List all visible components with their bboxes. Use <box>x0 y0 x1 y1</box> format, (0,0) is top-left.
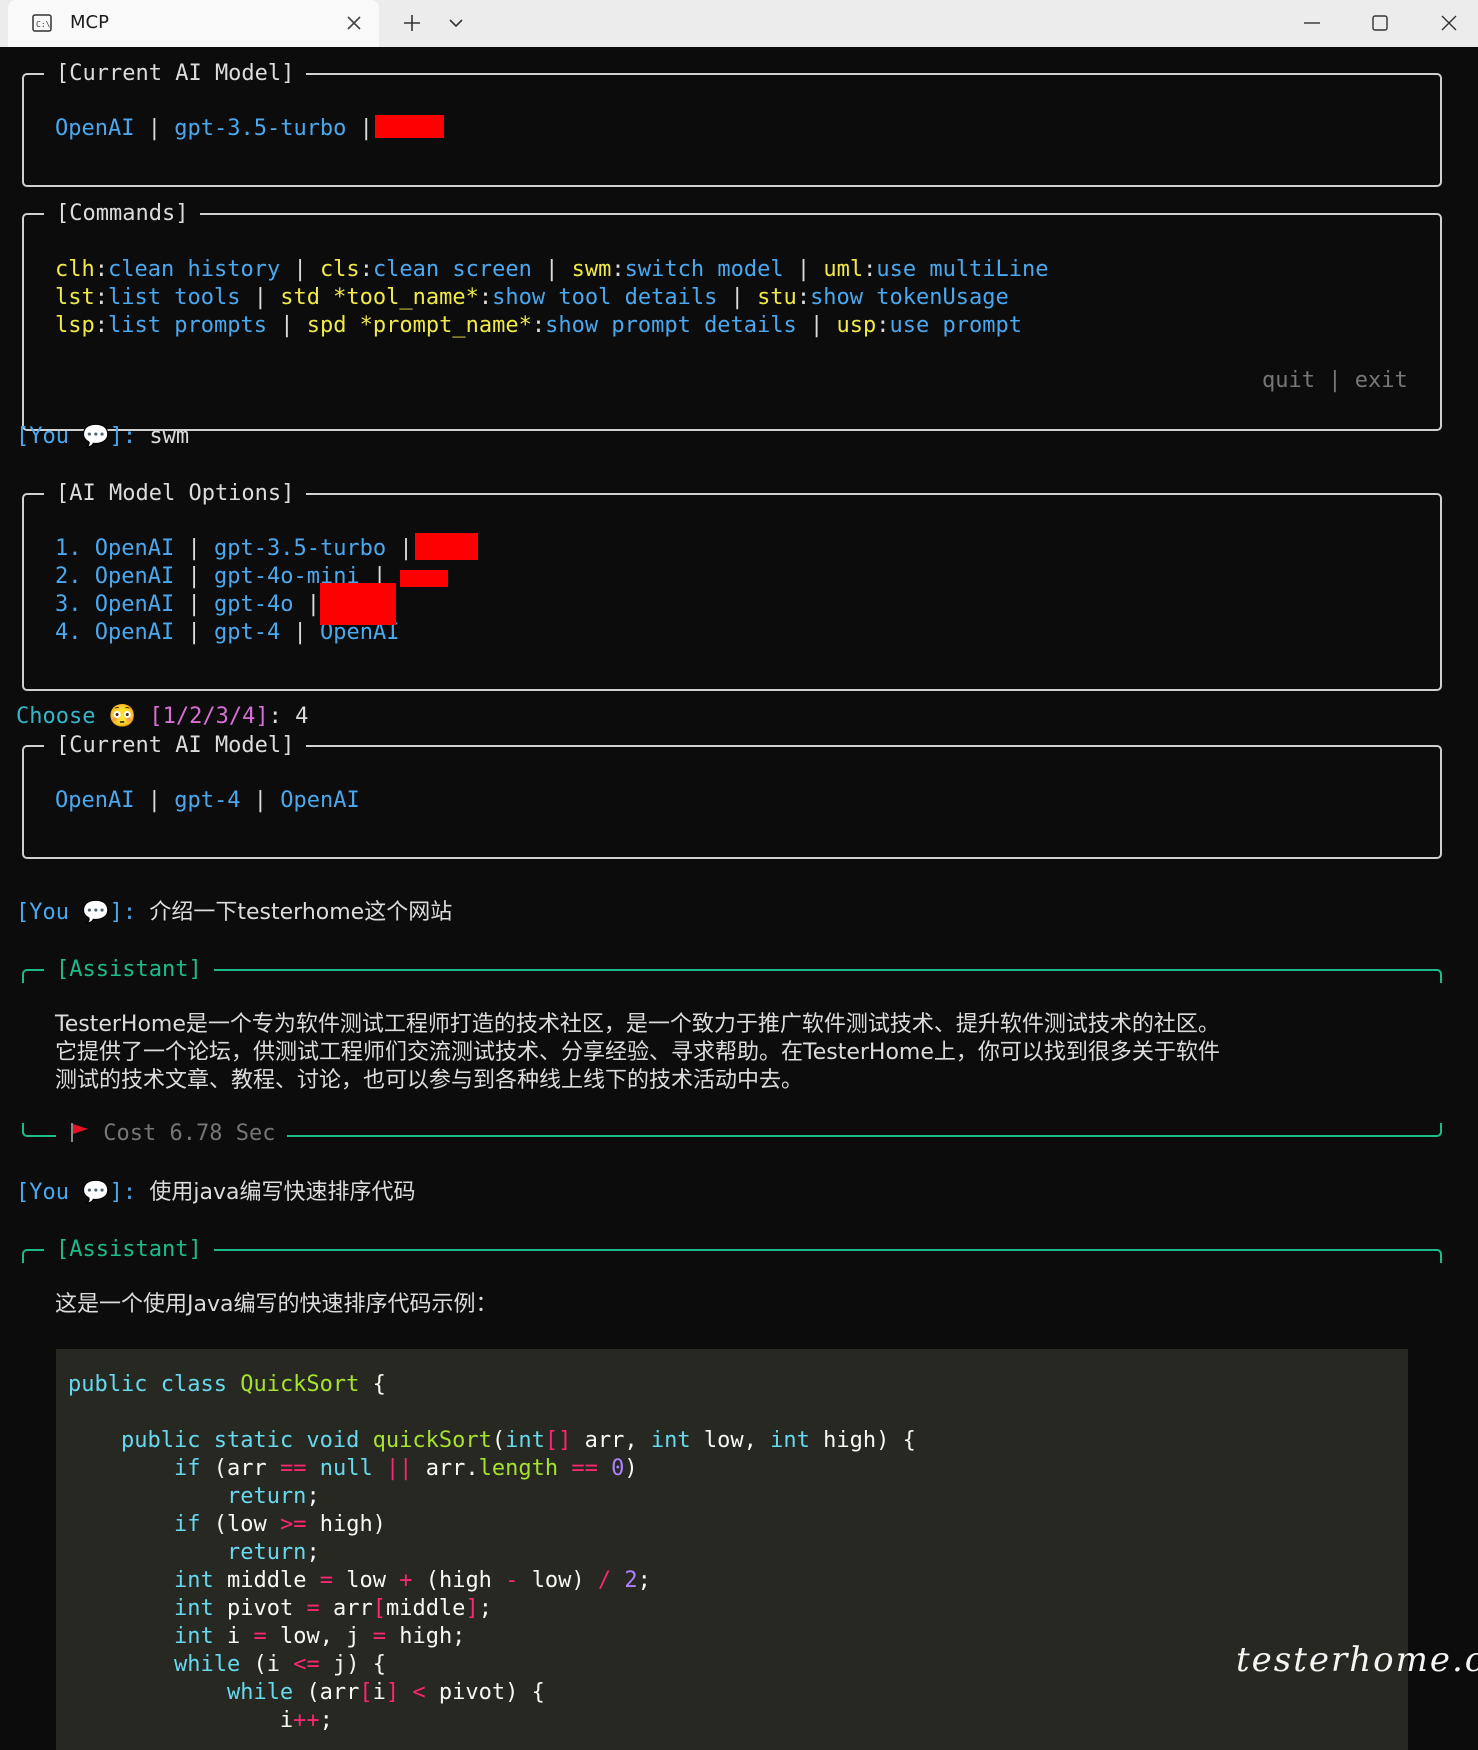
assistant-legend: [Assistant] <box>44 1236 214 1264</box>
commands-footer: quit | exit <box>1250 367 1420 395</box>
redaction <box>400 570 448 587</box>
box-legend: [AI Model Options] <box>44 480 307 508</box>
user-message: [You 💬]: 使用java编写快速排序代码 <box>16 1180 416 1205</box>
code-line: int pivot = arr[middle]; <box>173 1596 492 1621</box>
redaction <box>375 115 444 138</box>
code-block[interactable]: public class QuickSort { public static v… <box>56 1349 1408 1750</box>
current-model-line: OpenAI | gpt-4 | OpenAI <box>55 788 360 813</box>
commands-row-2: lst:list tools | std *tool_name*:show to… <box>55 285 1009 310</box>
close-window-icon[interactable] <box>1435 9 1463 37</box>
assistant-header-rule: [Assistant] <box>22 956 1442 984</box>
commands-row-1: clh:clean history | cls:clean screen | s… <box>55 257 1049 282</box>
code-line: if (arr == null || arr.length == 0) <box>173 1456 638 1481</box>
chevron-down-icon[interactable] <box>442 9 470 37</box>
title-bar: C:\ MCP <box>0 0 1478 47</box>
user-message: [You 💬]: swm <box>16 424 190 449</box>
speech-bubble-icon: 💬 <box>82 900 110 925</box>
code-line: public class QuickSort { <box>68 1372 386 1397</box>
flushed-face-icon: 😳 <box>108 704 137 729</box>
code-line: i++; <box>279 1708 333 1733</box>
current-model-line: OpenAI | gpt-3.5-turbo | <box>55 116 373 141</box>
code-line: int middle = low + (high - low) / 2; <box>173 1568 651 1593</box>
tab-title: MCP <box>70 12 109 33</box>
assistant-text-line: 测试的技术文章、教程、讨论，也可以参与到各种线上线下的技术活动中去。 <box>55 1068 804 1093</box>
new-tab-icon[interactable] <box>398 9 426 37</box>
red-flag-icon <box>71 1123 88 1142</box>
model-option-3: 3. OpenAI | gpt-4o | <box>55 592 320 617</box>
assistant-text-line: TesterHome是一个专为软件测试工程师打造的技术社区，是一个致力于推广软件… <box>55 1012 1220 1037</box>
assistant-intro: 这是一个使用Java编写的快速排序代码示例： <box>55 1292 498 1317</box>
box-legend: [Commands] <box>44 200 201 228</box>
tab-mcp[interactable]: C:\ MCP <box>8 0 379 47</box>
redaction <box>415 533 478 560</box>
code-line: int i = low, j = high; <box>173 1624 466 1649</box>
code-line: if (low >= high) <box>173 1512 386 1537</box>
redaction <box>320 583 396 625</box>
assistant-legend: [Assistant] <box>44 956 214 984</box>
maximize-icon[interactable] <box>1366 9 1394 37</box>
code-line: while (arr[i] < pivot) { <box>226 1680 545 1705</box>
assistant-header-rule: [Assistant] <box>22 1236 1442 1264</box>
svg-text:C:\: C:\ <box>36 20 51 29</box>
code-line: while (i <= j) { <box>173 1652 386 1677</box>
code-line: return; <box>226 1484 320 1509</box>
assistant-text-line: 它提供了一个论坛，供测试工程师们交流测试技术、分享经验、寻求帮助。在Tester… <box>55 1040 1220 1065</box>
speech-bubble-icon: 💬 <box>82 1180 110 1205</box>
cost-label: Cost 6.78 Sec <box>56 1120 288 1148</box>
code-line: return; <box>226 1540 320 1565</box>
terminal-content[interactable]: [Current AI Model] OpenAI | gpt-3.5-turb… <box>0 47 1478 1750</box>
minimize-icon[interactable] <box>1298 9 1326 37</box>
model-option-1: 1. OpenAI | gpt-3.5-turbo | <box>55 536 413 561</box>
speech-bubble-icon: 💬 <box>82 424 110 449</box>
commands-row-3: lsp:list prompts | spd *prompt_name*:sho… <box>55 313 1022 338</box>
choose-prompt[interactable]: Choose 😳 [1/2/3/4]: 4 <box>16 703 308 731</box>
close-tab-icon[interactable] <box>340 9 368 37</box>
terminal-icon: C:\ <box>32 14 52 32</box>
box-legend: [Current AI Model] <box>44 60 307 88</box>
code-line: public static void quickSort(int[] arr, … <box>120 1428 916 1453</box>
watermark: testerhome.com <box>1236 1640 1478 1680</box>
box-legend: [Current AI Model] <box>44 732 307 760</box>
user-message: [You 💬]: 介绍一下testerhome这个网站 <box>16 900 453 925</box>
